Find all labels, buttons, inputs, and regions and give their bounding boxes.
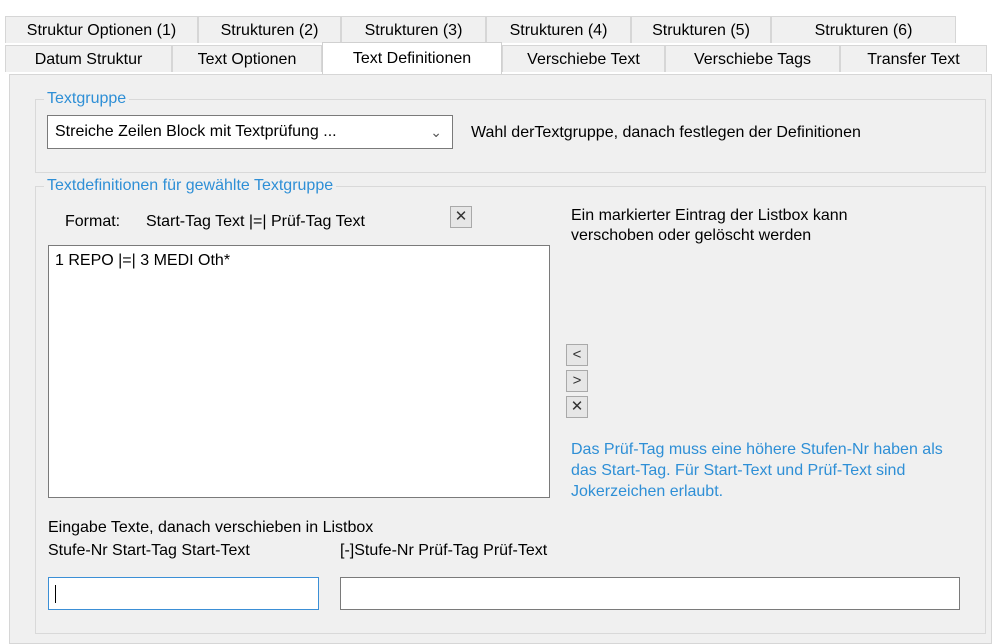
tab-verschiebe-text[interactable]: Verschiebe Text (502, 45, 665, 72)
move-right-button[interactable]: > (566, 370, 588, 392)
tab-strukturen-3[interactable]: Strukturen (3) (341, 16, 486, 43)
tab-text-optionen[interactable]: Text Optionen (172, 45, 322, 72)
tab-strukturen-6[interactable]: Strukturen (6) (771, 16, 956, 43)
chevron-right-icon: > (572, 372, 582, 389)
pruef-field-label: [-]Stufe-Nr Prüf-Tag Prüf-Text (340, 542, 548, 559)
textgruppe-title: Textgruppe (44, 89, 130, 109)
format-value: Start-Tag Text |=| Prüf-Tag Text (146, 213, 365, 230)
help-text: Das Prüf-Tag muss eine höhere Stufen-Nr … (571, 441, 943, 500)
textgruppe-hint: Wahl derTextgruppe, danach festlegen der… (471, 124, 861, 141)
format-clear-button[interactable]: ✕ (450, 206, 472, 228)
start-text-input[interactable] (48, 577, 319, 610)
start-field-label: Stufe-Nr Start-Tag Start-Text (48, 542, 250, 559)
input-caption: Eingabe Texte, danach verschieben in Lis… (48, 519, 374, 536)
definitions-title: Textdefinitionen für gewählte Textgruppe (44, 176, 337, 196)
tab-datum-struktur[interactable]: Datum Struktur (5, 45, 172, 72)
list-item[interactable]: 1 REPO |=| 3 MEDI Oth* (55, 250, 543, 272)
close-icon: ✕ (570, 398, 584, 415)
tab-content-panel: Textgruppe Streiche Zeilen Block mit Tex… (9, 74, 992, 644)
listbox-info: Ein markierter Eintrag der Listbox kann … (571, 207, 848, 244)
move-left-button[interactable]: < (566, 344, 588, 366)
definitions-listbox[interactable]: 1 REPO |=| 3 MEDI Oth* (48, 245, 550, 498)
tab-transfer-text[interactable]: Transfer Text (840, 45, 987, 72)
tab-verschiebe-tags[interactable]: Verschiebe Tags (665, 45, 840, 72)
close-icon: ✕ (454, 208, 468, 225)
pruef-text-input[interactable] (340, 577, 960, 610)
delete-entry-button[interactable]: ✕ (566, 396, 588, 418)
textgruppe-dropdown[interactable]: Streiche Zeilen Block mit Textprüfung ..… (47, 115, 453, 149)
chevron-left-icon: < (572, 346, 582, 363)
tab-struktur-optionen-1[interactable]: Struktur Optionen (1) (5, 16, 198, 43)
textgruppe-selected: Streiche Zeilen Block mit Textprüfung ..… (55, 123, 337, 140)
text-caret (55, 585, 56, 603)
format-label: Format: (65, 213, 121, 230)
tab-strukturen-2[interactable]: Strukturen (2) (198, 16, 341, 43)
tab-text-definitionen[interactable]: Text Definitionen (322, 42, 502, 74)
tab-strukturen-5[interactable]: Strukturen (5) (631, 16, 771, 43)
chevron-down-icon[interactable]: ⌄ (430, 116, 442, 148)
tab-strukturen-4[interactable]: Strukturen (4) (486, 16, 631, 43)
